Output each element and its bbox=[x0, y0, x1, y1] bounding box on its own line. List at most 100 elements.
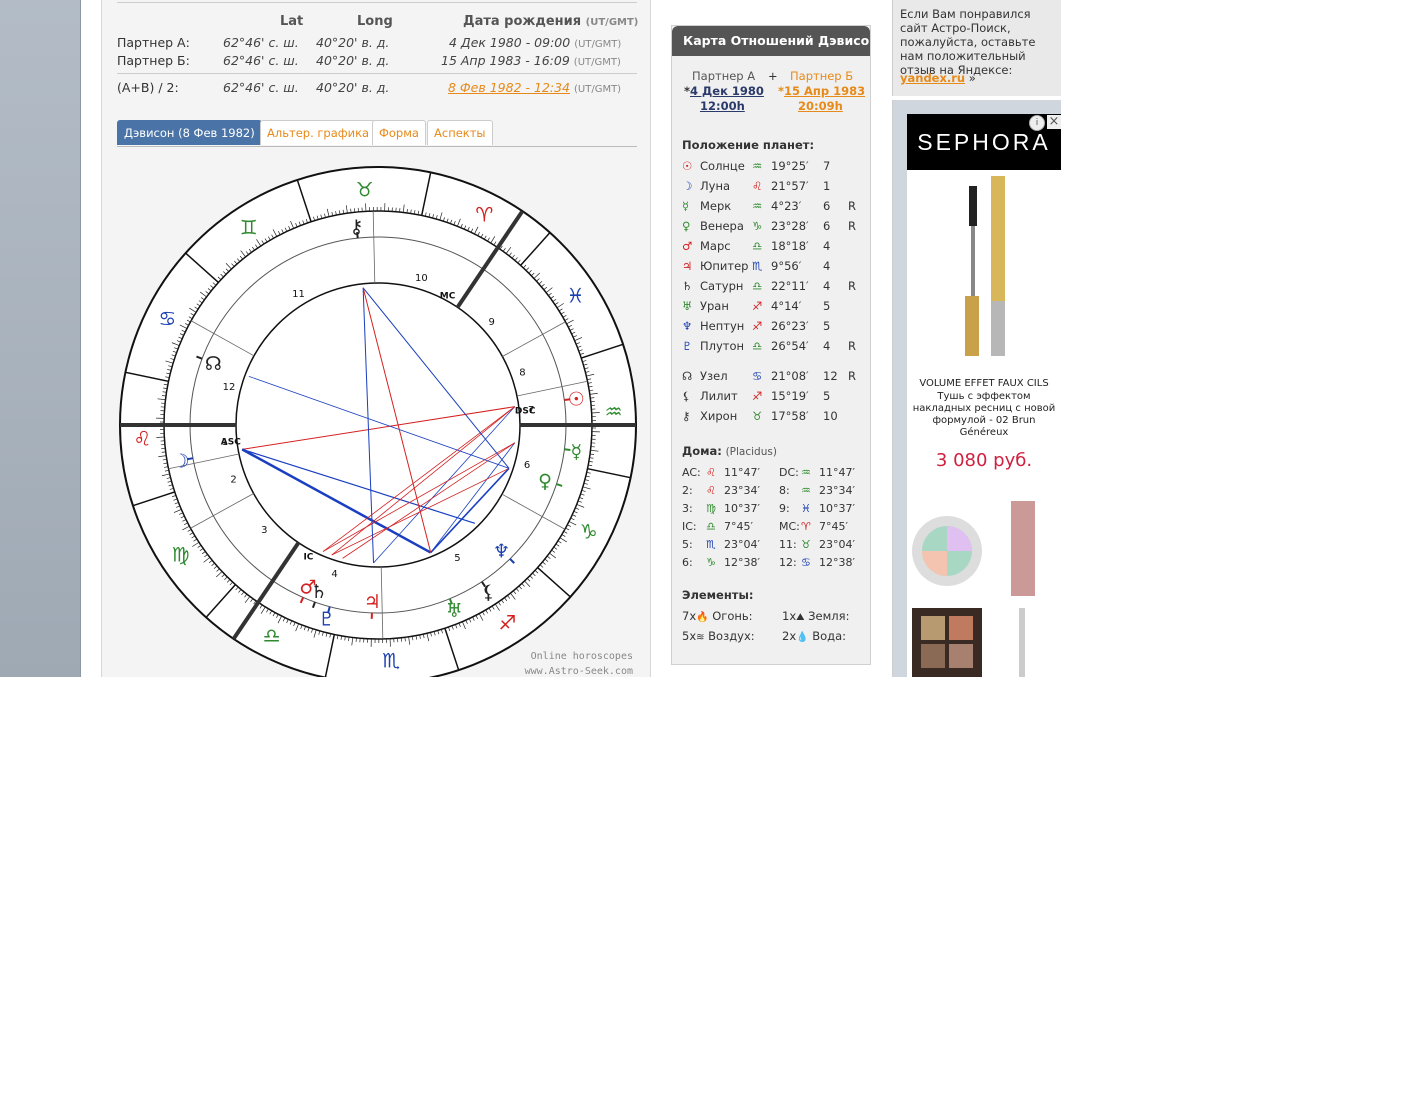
natal-chart: ♈ ♉ ♊ ♋ ♌ ♍ ♎ ♏ ♐ ♑ ♒ ♓ 1 2 3 4 5 6 7 8 9 10 11 12 ASC IC DSC MC ☉ ☽ ☿… bbox=[117, 165, 639, 677]
planet-glyph-icon: ♃ bbox=[682, 259, 693, 273]
planet-house: 4 bbox=[823, 339, 831, 353]
ad-product-desc: Тушь с эффектом накладных ресниц с новой… bbox=[912, 391, 1056, 438]
tab-davison[interactable]: Дэвисон (8 Фев 1982) bbox=[117, 120, 262, 145]
angle-label: ASC bbox=[221, 437, 241, 447]
main-content: Lat Long Дата рождения (UT/GMT) Партнер … bbox=[101, 0, 651, 677]
planet-retrograde: R bbox=[848, 199, 856, 213]
planet-house: 5 bbox=[823, 389, 831, 403]
partner-b-date[interactable]: *15 Апр 1983 bbox=[778, 84, 865, 98]
left-background-strip bbox=[0, 0, 81, 677]
planet-glyph-icon: ☊ bbox=[205, 353, 222, 375]
planet-degree: 26°23′ bbox=[771, 319, 809, 333]
planet-name: Солнце bbox=[700, 159, 745, 173]
house-label: DC: bbox=[779, 466, 799, 479]
planet-sign-icon: ♒ bbox=[752, 159, 763, 173]
planet-house: 10 bbox=[823, 409, 838, 423]
planet-name: Юпитер bbox=[700, 259, 749, 273]
zodiac-sign-icon: ♈ bbox=[475, 202, 493, 226]
partner-a-time[interactable]: 12:00h bbox=[700, 99, 745, 113]
planet-degree: 23°28′ bbox=[771, 219, 809, 233]
planet-glyph-icon: ♆ bbox=[493, 540, 510, 562]
zodiac-sign-icon: ♑ bbox=[580, 519, 598, 543]
element-icon: 💧 bbox=[796, 632, 809, 643]
planet-house: 4 bbox=[823, 259, 831, 273]
planet-glyph-icon: ♀ bbox=[682, 219, 691, 233]
degree-tick bbox=[161, 451, 166, 453]
house-sign-icon: ♒ bbox=[801, 484, 811, 497]
planet-name: Мерк bbox=[700, 199, 732, 213]
house-sign-icon: ♑ bbox=[706, 556, 716, 569]
row-b-label: Партнер Б: bbox=[117, 53, 190, 68]
chart-tabs: Дэвисон (8 Фев 1982) Альтер. графика Фор… bbox=[117, 120, 637, 147]
planet-sign-icon: ♒ bbox=[752, 199, 763, 213]
planet-name: Луна bbox=[700, 179, 731, 193]
planet-name: Уран bbox=[700, 299, 729, 313]
feedback-box: Если Вам понравился сайт Астро-Поиск, по… bbox=[892, 0, 1061, 96]
planet-glyph-icon: ♇ bbox=[318, 608, 335, 630]
row-b-long: 40°20' в. д. bbox=[316, 53, 390, 68]
advertisement: SEPHORA i × VOLUME EFFET FAUX CILS Тушь … bbox=[892, 100, 1061, 677]
partner-b-label: Партнер Б bbox=[790, 69, 854, 83]
zodiac-sign-icon: ♎ bbox=[263, 624, 281, 648]
ad-close-icon[interactable]: × bbox=[1047, 115, 1061, 129]
planet-house: 4 bbox=[823, 239, 831, 253]
element-item: 7x🔥 Огонь: bbox=[682, 609, 753, 623]
planet-retrograde: R bbox=[848, 339, 856, 353]
house-degree: 23°04′ bbox=[724, 538, 760, 551]
tab-aspects[interactable]: Аспекты bbox=[427, 120, 493, 145]
house-degree: 12°38′ bbox=[819, 556, 855, 569]
planet-glyph-icon: ♇ bbox=[682, 339, 693, 353]
element-item: 1x⛰ Земля: bbox=[782, 609, 850, 623]
planet-degree: 4°23′ bbox=[771, 199, 802, 213]
planet-sign-icon: ♌ bbox=[752, 179, 763, 193]
row-avg-long: 40°20' в. д. bbox=[316, 80, 390, 95]
planet-glyph-icon: ☿ bbox=[682, 199, 690, 213]
partner-b-time[interactable]: 20:09h bbox=[798, 99, 843, 113]
planet-sign-icon: ♐ bbox=[752, 319, 763, 333]
planet-name: Плутон bbox=[700, 339, 745, 353]
planet-glyph-icon: ♀ bbox=[538, 470, 552, 492]
yandex-link[interactable]: yandex.ru bbox=[900, 71, 965, 85]
zodiac-sign-icon: ♏ bbox=[382, 649, 400, 673]
planet-sign-icon: ♐ bbox=[752, 389, 763, 403]
ad-card[interactable]: SEPHORA i × VOLUME EFFET FAUX CILS Тушь … bbox=[907, 114, 1061, 677]
angle-label: MC bbox=[440, 291, 456, 301]
zodiac-sign-icon: ♉ bbox=[356, 177, 374, 201]
house-label: 12: bbox=[779, 556, 797, 569]
col-long-header: Long bbox=[357, 14, 393, 29]
panel-title: Карта Отношений Дэвисона bbox=[672, 26, 870, 56]
planet-house: 7 bbox=[823, 159, 831, 173]
house-number: 6 bbox=[524, 460, 530, 471]
planet-name: Сатурн bbox=[700, 279, 744, 293]
gap bbox=[81, 0, 101, 677]
planet-glyph-icon: ⚸ bbox=[682, 389, 691, 403]
zodiac-sign-icon: ♐ bbox=[498, 610, 516, 634]
house-label: 3: bbox=[682, 502, 693, 515]
ad-info-icon[interactable]: i bbox=[1029, 115, 1045, 131]
planet-degree: 9°56′ bbox=[771, 259, 802, 273]
planet-retrograde: R bbox=[848, 369, 856, 383]
house-label: 6: bbox=[682, 556, 693, 569]
avg-date-link[interactable]: 8 Фев 1982 - 12:34 bbox=[448, 80, 570, 95]
planet-glyph-icon: ♄ bbox=[682, 279, 693, 293]
planet-house: 6 bbox=[823, 219, 831, 233]
tab-alt-graphics[interactable]: Альтер. графика bbox=[260, 120, 377, 145]
planet-degree: 15°19′ bbox=[771, 389, 809, 403]
house-number: 5 bbox=[454, 553, 460, 564]
tab-form[interactable]: Форма bbox=[372, 120, 426, 145]
row-avg-date: 8 Фев 1982 - 12:34 (UT/GMT) bbox=[448, 80, 622, 95]
row-divider bbox=[117, 73, 637, 74]
planet-sign-icon: ♑ bbox=[752, 219, 763, 233]
house-label: 8: bbox=[779, 484, 790, 497]
house-label: MC: bbox=[779, 520, 800, 533]
planet-degree: 22°11′ bbox=[771, 279, 809, 293]
house-degree: 11°47′ bbox=[724, 466, 760, 479]
planet-house: 5 bbox=[823, 299, 831, 313]
top-divider bbox=[117, 2, 637, 3]
row-a-long: 40°20' в. д. bbox=[316, 35, 390, 50]
planet-retrograde: R bbox=[848, 279, 856, 293]
element-item: 2x💧 Вода: bbox=[782, 629, 847, 643]
partner-a-date[interactable]: *4 Дек 1980 bbox=[684, 84, 764, 98]
planet-glyph-icon: ♃ bbox=[364, 591, 381, 613]
planet-sign-icon: ♋ bbox=[752, 369, 763, 383]
